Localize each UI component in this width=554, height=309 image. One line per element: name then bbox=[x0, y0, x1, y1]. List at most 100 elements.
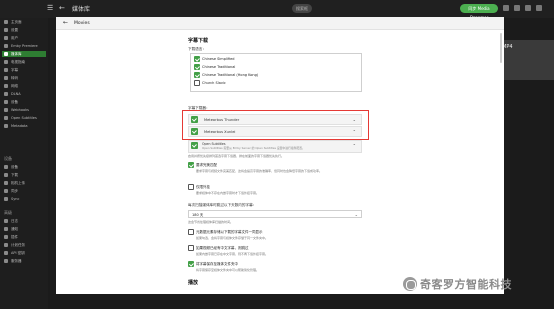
sidebar-item-sync-2[interactable]: Sync bbox=[4, 196, 19, 202]
checkbox-checked[interactable] bbox=[194, 56, 200, 62]
sidebar-item-network[interactable]: 网络 bbox=[4, 83, 18, 89]
sidebar-item-home[interactable]: 主页面 bbox=[4, 19, 22, 25]
sidebar-item-downloads[interactable]: 下载 bbox=[4, 172, 18, 178]
webhook-icon bbox=[4, 108, 8, 112]
checkbox-checked[interactable] bbox=[188, 261, 194, 267]
chevron-up-icon[interactable]: ⌃ bbox=[353, 129, 356, 134]
option-external-only[interactable]: 仅限外挂 bbox=[188, 184, 210, 190]
sidebar-item-transcode[interactable]: 转码 bbox=[4, 75, 18, 81]
sidebar-item-premiere[interactable]: Emby Premiere bbox=[4, 43, 38, 49]
sidebar-item-subtitles[interactable]: 字幕 bbox=[4, 67, 18, 73]
sidebar-item-tv[interactable]: 电视指南 bbox=[4, 59, 25, 65]
sidebar-item-camera[interactable]: 相机上传 bbox=[4, 180, 25, 186]
user-icon[interactable] bbox=[514, 5, 520, 11]
checkbox-unchecked[interactable] bbox=[188, 184, 194, 190]
plugin-icon bbox=[4, 235, 8, 239]
modal-title: Movies bbox=[74, 21, 90, 26]
clock-icon bbox=[4, 243, 8, 247]
checkbox-checked[interactable] bbox=[188, 162, 194, 168]
bell-icon bbox=[4, 227, 8, 231]
camera-icon bbox=[4, 181, 8, 185]
back-arrow-icon[interactable]: ← bbox=[59, 4, 67, 12]
scrollbar[interactable] bbox=[500, 33, 502, 63]
sidebar-item-server[interactable]: 服务器 bbox=[4, 258, 22, 264]
sidebar-item-users[interactable]: 用户 bbox=[4, 35, 18, 41]
skip-days-select[interactable]: 180 天 ⌄ bbox=[188, 210, 362, 218]
sidebar-item-dlna[interactable]: DLNA bbox=[4, 91, 21, 97]
transcode-icon bbox=[4, 76, 8, 80]
gear-icon bbox=[4, 28, 8, 32]
checkbox-checked[interactable] bbox=[191, 116, 198, 123]
sidebar-item-notifications[interactable]: 通知 bbox=[4, 226, 18, 232]
sync-icon bbox=[4, 197, 8, 201]
modal-header: ← Movies bbox=[56, 17, 504, 30]
sync-button[interactable]: 同步 Media Streamer bbox=[460, 4, 498, 20]
watermark-text: 奇客罗方智能科技 bbox=[420, 278, 512, 291]
more-icon[interactable] bbox=[536, 5, 542, 11]
downloader-order-desc: 启用并按优先级排列首选字幕下载器，排在前面的字幕下载器优先执行。 bbox=[188, 154, 285, 158]
network-icon bbox=[4, 84, 8, 88]
back-arrow-icon[interactable]: ← bbox=[63, 20, 68, 26]
sidebar-item-settings[interactable]: 设置 bbox=[4, 27, 18, 33]
downloader-row-thunder[interactable]: Meteorbus Thunder ⌄ bbox=[188, 114, 362, 125]
menu-icon[interactable]: ☰ bbox=[47, 4, 55, 12]
chevron-up-icon[interactable]: ⌃ bbox=[353, 143, 356, 148]
chevron-down-icon[interactable]: ⌄ bbox=[353, 117, 356, 122]
skip-days-desc: 这会节省处理媒体库扫描的时间。 bbox=[188, 220, 234, 224]
download-languages-label: 下载语言： bbox=[188, 47, 206, 51]
app-top-bar: ☰ ← 媒体库 搜索框 同步 Media Streamer bbox=[0, 0, 554, 20]
sidebar-item-devices[interactable]: 设备 bbox=[4, 99, 18, 105]
sidebar-item-devices-2[interactable]: 设备 bbox=[4, 164, 18, 170]
settings-icon[interactable] bbox=[525, 5, 531, 11]
option-save-to-folder[interactable]: 将字幕保存至媒体文件夹中 bbox=[188, 261, 238, 267]
sidebar-section-head: 设备 bbox=[4, 156, 12, 161]
sidebar-item-webhooks[interactable]: Webhooks bbox=[4, 107, 29, 113]
checkbox-checked[interactable] bbox=[191, 128, 198, 135]
checkbox-unchecked[interactable] bbox=[188, 245, 194, 251]
library-icon bbox=[4, 52, 8, 56]
option-perfect-match[interactable]: 要求完美匹配 bbox=[188, 162, 217, 168]
search-pill[interactable]: 搜索框 bbox=[292, 4, 312, 13]
checkbox-unchecked[interactable] bbox=[194, 80, 200, 86]
wechat-logo-icon bbox=[403, 277, 417, 291]
library-settings-modal: ← Movies 字幕下载 下载语言： Chinese Simplified C… bbox=[56, 17, 504, 294]
sidebar-item-tasks[interactable]: 计划任务 bbox=[4, 242, 25, 248]
language-item[interactable]: Chinese Traditional (Hong Kong) bbox=[194, 72, 258, 78]
star-icon bbox=[4, 44, 8, 48]
sidebar-item-metadata[interactable]: Metadata bbox=[4, 123, 28, 129]
opensubtitles-text: Open Subtitles Open Subtitles 需要从 Emby S… bbox=[202, 142, 305, 150]
watermark: 奇客罗方智能科技 bbox=[403, 276, 512, 292]
sidebar-item-apikeys[interactable]: API 密钥 bbox=[4, 250, 25, 256]
language-item[interactable]: Church Slavic bbox=[194, 80, 226, 86]
downloader-row-opensubtitles[interactable]: Open Subtitles Open Subtitles 需要从 Emby S… bbox=[188, 140, 362, 153]
download-icon bbox=[4, 173, 8, 177]
chevron-down-icon: ⌄ bbox=[354, 212, 358, 217]
language-item[interactable]: Chinese Traditional bbox=[194, 64, 235, 70]
language-list[interactable]: Chinese Simplified Chinese Traditional C… bbox=[190, 53, 362, 92]
sidebar-item-logs[interactable]: 日志 bbox=[4, 218, 18, 224]
sidebar-section-head-advanced: 高级 bbox=[4, 210, 12, 215]
metadata-icon bbox=[4, 124, 8, 128]
checkbox-checked[interactable] bbox=[194, 72, 200, 78]
checkbox-checked[interactable] bbox=[191, 142, 198, 149]
sidebar-item-library[interactable]: 媒体库 bbox=[2, 51, 46, 57]
option-skip-if-chinese[interactable]: 如果视频已经有中文字幕，则跳过 bbox=[188, 245, 249, 251]
option-save-with-media[interactable]: 元数据元素存储以下载的字幕文件一同显示 bbox=[188, 229, 263, 235]
option-desc: 要求字幕与视频文件完美匹配，这将会提高字幕的准确率，但同时也会降低字幕的下载成功… bbox=[196, 169, 323, 173]
home-icon bbox=[4, 20, 8, 24]
subtitle-icon bbox=[4, 68, 8, 72]
tv-icon bbox=[4, 60, 8, 64]
sidebar-item-sync[interactable]: 同步 bbox=[4, 188, 18, 194]
sidebar-item-plugins[interactable]: 插件 bbox=[4, 234, 18, 240]
device-icon bbox=[4, 165, 8, 169]
sidebar: 主页面 设置 用户 Emby Premiere 媒体库 电视指南 字幕 转码 网… bbox=[0, 18, 48, 309]
downloader-row-xunlei[interactable]: Meteorbus Xunlei ⌃ bbox=[188, 126, 362, 137]
section-title-playback: 播放 bbox=[188, 280, 199, 286]
checkbox-checked[interactable] bbox=[194, 64, 200, 70]
option-desc: 将字幕保存至媒体文件夹中可以帮助简化管理。 bbox=[196, 268, 260, 272]
checkbox-unchecked[interactable] bbox=[188, 229, 194, 235]
language-item[interactable]: Chinese Simplified bbox=[194, 56, 234, 62]
cast-icon[interactable] bbox=[503, 5, 509, 11]
key-icon bbox=[4, 251, 8, 255]
sidebar-item-opensubtitles[interactable]: Open Subtitles bbox=[4, 115, 37, 121]
